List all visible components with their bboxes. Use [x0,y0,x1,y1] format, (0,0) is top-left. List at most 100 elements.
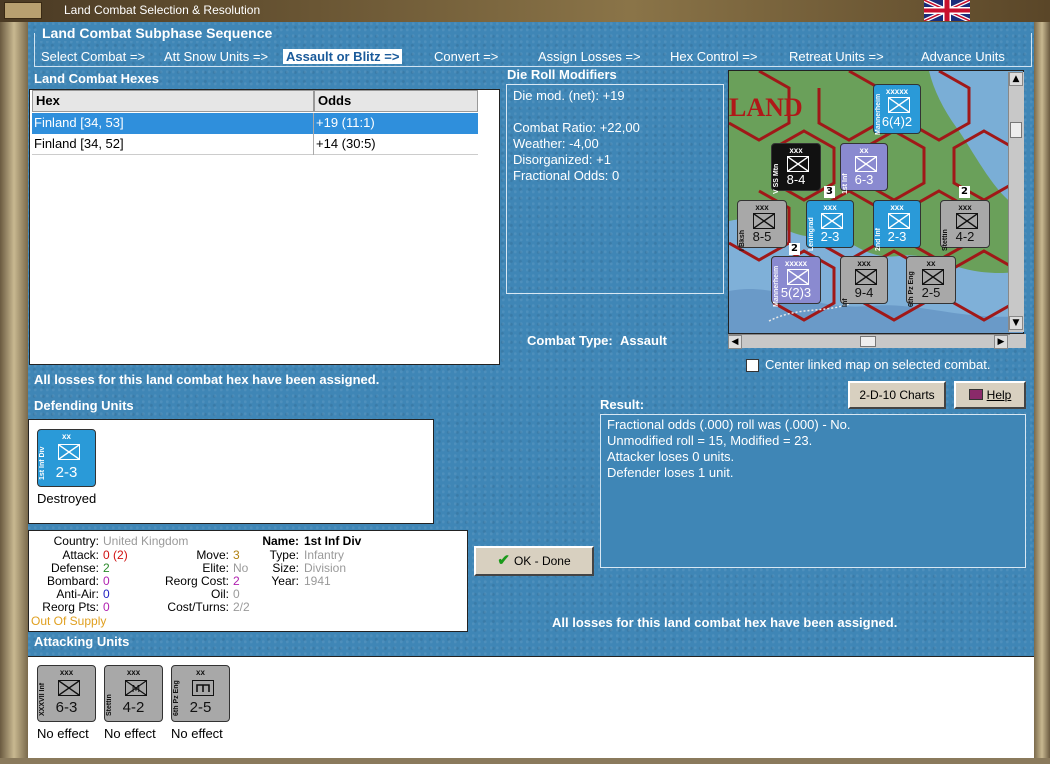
center-map-label: Center linked map on selected combat. [765,357,991,372]
step-hex-control: Hex Control => [670,49,758,64]
step-select-combat: Select Combat => [41,49,146,64]
step-assign-losses: Assign Losses => [538,49,641,64]
hexes-table[interactable]: Hex Odds Finland [34, 53] +19 (11:1) Fin… [29,89,500,365]
svg-text:M: M [131,684,140,695]
defense-value: 2 [103,561,110,575]
table-row[interactable]: Finland [34, 52] +14 (30:5) [32,134,478,155]
infantry-symbol-icon [855,268,877,285]
step-assault-or-blitz: Assault or Blitz => [283,49,403,64]
unit-strength: 2-3 [55,463,78,481]
stack-count-badge: 3 [824,186,835,198]
window-title: Land Combat Selection & Resolution [64,3,261,17]
unit-strength: 2-5 [189,699,212,717]
column-header-hex[interactable]: Hex [32,90,314,112]
unit-strength: 5(2)3 [780,284,812,300]
country-value: United Kingdom [103,534,189,548]
map-unit-counter[interactable]: xxx V SS Mtn 8-4 [771,143,821,194]
uk-flag-icon [924,0,970,21]
result-line: Defender loses 1 unit. [607,465,734,480]
infantry-symbol-icon [787,268,809,285]
modifiers-box: Die mod. (net): +19 Combat Ratio: +22,00… [506,84,724,294]
unit-strength: 4-2 [122,699,145,717]
bombard-value: 0 [103,574,110,588]
frame-left [0,22,28,764]
unit-status: No effect [171,726,223,741]
scroll-right-button[interactable]: ▶ [994,335,1008,349]
map-unit-counter[interactable]: xxx Stettin 4-2 [940,200,990,251]
unit-strength: 6-3 [854,171,874,187]
unit-status: No effect [37,726,89,741]
attacking-unit-counter[interactable]: xxx XXXVII Inf 6-3 [37,665,96,722]
step-att-snow-units: Att Snow Units => [164,49,269,64]
unit-strength: 6-3 [55,699,78,717]
infantry-symbol-icon [57,679,80,696]
modifiers-title: Die Roll Modifiers [507,67,617,82]
map-horizontal-scrollbar[interactable]: ◀ ▶ [728,334,1010,349]
supply-status: Out Of Supply [31,614,107,628]
unit-strength: 2-3 [887,228,907,244]
infantry-symbol-icon [956,212,978,229]
result-box: Fractional odds (.000) roll was (.000) -… [600,414,1026,568]
frame-bottom [0,758,1050,764]
scroll-corner [1010,334,1026,348]
map-unit-counter[interactable]: xx 6th Pz Eng 2-5 [906,256,956,307]
scroll-left-button[interactable]: ◀ [728,335,742,349]
map-unit-counter[interactable]: xx 1st Inf 6-3 [840,143,888,194]
attack-value: 0 (2) [103,548,128,562]
size-value: Division [304,561,347,575]
hex-cell: Finland [34, 52] [34,136,124,151]
map-unit-counter[interactable]: xxx Inf 9-4 [840,256,888,307]
system-menu-button[interactable] [4,2,42,19]
column-header-odds[interactable]: Odds [314,90,478,112]
reorg-pts-value: 0 [103,600,110,614]
infantry-symbol-icon [888,212,910,229]
scroll-down-button[interactable]: ▼ [1009,316,1023,330]
scroll-up-button[interactable]: ▲ [1009,72,1023,86]
step-convert: Convert => [434,49,499,64]
result-line: Fractional odds (.000) roll was (.000) -… [607,417,851,432]
result-line: Unmodified roll = 15, Modified = 23. [607,433,813,448]
oil-value: 0 [233,587,240,601]
infantry-symbol-icon [57,443,80,460]
losses-notice-top: All losses for this land combat hex have… [34,372,380,387]
cost-turns-value: 2/2 [233,600,250,614]
step-retreat-units: Retreat Units => [789,49,884,64]
map-unit-counter[interactable]: xxxxx Mannerheim 6(4)2 [873,84,921,135]
attacking-unit-counter[interactable]: xxx Stettin M 4-2 [104,665,163,722]
scroll-thumb[interactable] [1010,122,1022,138]
charts-button[interactable]: 2-D-10 Charts [848,381,946,409]
map-unit-counter[interactable]: xxxxx Mannerheim 5(2)3 [771,256,821,307]
help-button[interactable]: Help [954,381,1026,409]
unit-strength: 2-3 [820,228,840,244]
map-vertical-scrollbar[interactable]: ▲ ▼ [1008,72,1024,332]
modifier-line [513,104,717,120]
engineer-symbol-icon [191,679,214,696]
modifier-line: Weather: -4,00 [513,136,599,151]
infantry-symbol-icon [855,155,877,172]
infantry-symbol-icon [888,97,910,113]
hexes-title: Land Combat Hexes [34,71,159,86]
subphase-title: Land Combat Subphase Sequence [40,25,275,41]
ok-done-button[interactable]: ✔ OK - Done [474,546,594,576]
attacking-unit-counter[interactable]: xx 6th Pz Eng 2-5 [171,665,230,722]
unit-strength: 8-4 [786,171,806,187]
modifier-line: Disorganized: +1 [513,152,611,167]
unit-strength: 8-5 [752,228,772,244]
map-unit-counter[interactable]: xxx 2nd Inf 2-3 [873,200,921,251]
unit-strength: 2-5 [921,284,941,300]
type-value: Infantry [304,548,345,562]
modifier-line: Fractional Odds: 0 [513,168,620,183]
defending-title: Defending Units [34,398,134,413]
stack-count-badge: 2 [789,243,800,255]
center-map-checkbox[interactable] [746,359,759,372]
odds-cell: +14 (30:5) [316,136,376,151]
scroll-thumb[interactable] [860,336,876,347]
unit-info-panel: Country: United Kingdom Attack: 0 (2) De… [28,530,468,632]
map-unit-counter[interactable]: xxx Leningrad 2-3 [806,200,854,251]
result-title: Result: [600,397,645,412]
defending-unit-counter[interactable]: xx 1st Inf Div 2-3 [37,429,96,487]
unit-status: No effect [104,726,156,741]
table-row[interactable]: Finland [34, 53] +19 (11:1) [32,113,478,134]
infantry-symbol-icon [821,212,843,229]
map-unit-counter[interactable]: xxx I Bksh 8-5 [737,200,787,251]
